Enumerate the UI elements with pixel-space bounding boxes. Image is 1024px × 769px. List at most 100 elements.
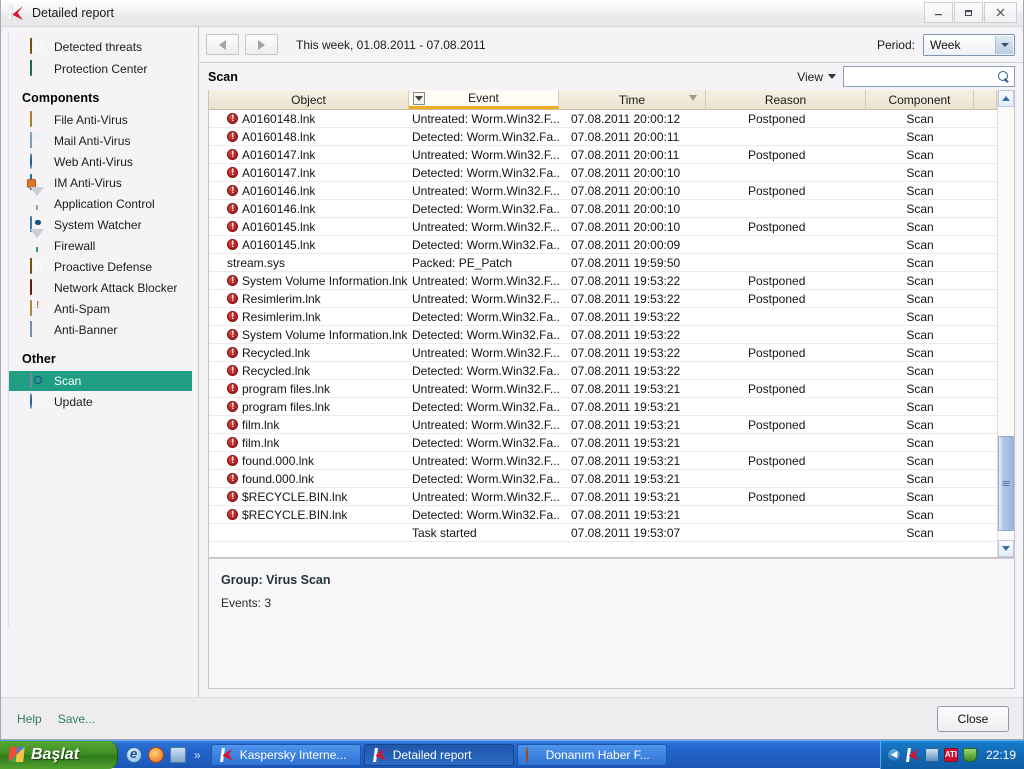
view-dropdown-button[interactable]: View (797, 70, 836, 84)
column-header-component[interactable]: Component (866, 90, 974, 109)
table-row[interactable]: program files.lnk Detected: Worm.Win32.Fa… (209, 398, 997, 416)
table-row[interactable]: film.lnk Untreated: Worm.Win32.F... 07.08.… (209, 416, 997, 434)
filter-icon[interactable] (413, 92, 425, 105)
table-row[interactable]: Recycled.lnk Untreated: Worm.Win32.F... 07… (209, 344, 997, 362)
close-dialog-button[interactable]: Close (937, 705, 1009, 732)
cell-event: Detected: Worm.Win32.Fa... (412, 435, 559, 450)
quick-launch-more-button[interactable]: » (194, 748, 201, 762)
desktop-icon[interactable] (170, 746, 186, 763)
column-header-reason[interactable]: Reason (706, 90, 866, 109)
cell-time: 07.08.2011 19:59:50 (571, 255, 681, 270)
table-row[interactable]: $RECYCLE.BIN.lnk Untreated: Worm.Win32.F.… (209, 488, 997, 506)
table-row[interactable]: program files.lnk Untreated: Worm.Win32.F… (209, 380, 997, 398)
network-icon[interactable] (924, 747, 939, 762)
shield-gold-icon (30, 258, 46, 275)
table-row[interactable]: A0160148.lnk Untreated: Worm.Win32.F... 07… (209, 110, 997, 128)
column-header-time[interactable]: Time (559, 90, 706, 109)
sidebar-item-scan[interactable]: Scan (8, 371, 192, 391)
sidebar-item-label: File Anti-Virus (54, 113, 128, 127)
shield-icon[interactable] (962, 747, 977, 762)
save-link[interactable]: Save... (58, 712, 95, 726)
cell-time: 07.08.2011 19:53:07 (571, 525, 681, 540)
cell-object-label: A0160146.lnk (242, 183, 316, 198)
quick-launch-bar: » (118, 741, 205, 769)
table-row[interactable]: A0160148.lnk Detected: Worm.Win32.Fa... 07… (209, 128, 997, 146)
sidebar-item-firewall[interactable]: Firewall (8, 229, 192, 256)
column-header-object[interactable]: Object (209, 90, 409, 109)
cell-time: 07.08.2011 19:53:21 (571, 417, 681, 432)
scroll-down-button[interactable] (998, 540, 1014, 557)
taskbar-item-detailed-report[interactable]: Detailed report (363, 743, 514, 766)
start-button[interactable]: Başlat (0, 740, 118, 769)
table-row[interactable]: Resimlerim.lnk Detected: Worm.Win32.Fa...… (209, 308, 997, 326)
cell-reason: Postponed (748, 111, 806, 126)
taskbar-item-donanim-haber[interactable]: Donanım Haber F... (516, 743, 667, 766)
search-input[interactable] (843, 66, 1015, 87)
cell-object-label: A0160148.lnk (242, 129, 316, 144)
cell-component: Scan (906, 381, 934, 396)
cell-reason: Postponed (748, 183, 806, 198)
next-period-button[interactable] (245, 34, 278, 55)
table-row[interactable]: A0160147.lnk Untreated: Worm.Win32.F... 07… (209, 146, 997, 164)
alert-icon (227, 437, 238, 448)
table-row[interactable]: System Volume Information.lnk Untreated: … (209, 272, 997, 290)
table-row[interactable]: stream.sys Packed: PE_Patch 07.08.2011 19:… (209, 254, 997, 272)
table-row[interactable]: Resimlerim.lnk Untreated: Worm.Win32.F...… (209, 290, 997, 308)
table-row[interactable]: found.000.lnk Untreated: Worm.Win32.F... 0… (209, 452, 997, 470)
sidebar-item-anti-banner[interactable]: Anti-Banner (8, 320, 192, 340)
table-row[interactable]: A0160145.lnk Detected: Worm.Win32.Fa... 07… (209, 236, 997, 254)
cell-object-label: A0160145.lnk (242, 237, 316, 252)
table-row[interactable]: $RECYCLE.BIN.lnk Detected: Worm.Win32.Fa.… (209, 506, 997, 524)
table-row[interactable]: A0160145.lnk Untreated: Worm.Win32.F... 07… (209, 218, 997, 236)
previous-period-button[interactable] (206, 34, 239, 55)
close-button[interactable] (984, 2, 1017, 23)
table-row[interactable]: found.000.lnk Detected: Worm.Win32.Fa... 0… (209, 470, 997, 488)
sidebar-item-update[interactable]: Update (8, 392, 192, 412)
table-row[interactable]: System Volume Information.lnk Detected: W… (209, 326, 997, 344)
alert-icon (227, 149, 238, 160)
sidebar-item-anti-spam[interactable]: Anti-Spam (8, 299, 192, 319)
table-row[interactable]: A0160146.lnk Detected: Worm.Win32.Fa... 07… (209, 200, 997, 218)
windows-taskbar: Başlat » Kaspersky Interne... Detailed r… (0, 740, 1024, 769)
sidebar-item-web-anti-virus[interactable]: Web Anti-Virus (8, 152, 192, 172)
alert-icon (227, 401, 238, 412)
kaspersky-icon[interactable] (906, 748, 920, 762)
column-header-event[interactable]: Event (409, 90, 559, 109)
sidebar-item-network-attack-blocker[interactable]: Network Attack Blocker (8, 278, 192, 298)
table-row[interactable]: A0160146.lnk Untreated: Worm.Win32.F... 07… (209, 182, 997, 200)
sidebar-item-protection-center[interactable]: Protection Center (8, 59, 192, 79)
scrollbar-track[interactable] (998, 107, 1014, 540)
scrollbar-grip-icon (1002, 480, 1010, 487)
cell-object-label: stream.sys (227, 255, 286, 270)
cell-time: 07.08.2011 19:53:21 (571, 435, 681, 450)
cell-component: Scan (906, 525, 934, 540)
ati-icon[interactable]: ATI (943, 747, 958, 762)
scrollbar-thumb[interactable] (998, 436, 1014, 532)
cell-time: 07.08.2011 20:00:10 (571, 165, 681, 180)
help-link[interactable]: Help (17, 712, 42, 726)
sidebar-item-proactive-defense[interactable]: Proactive Defense (8, 257, 192, 277)
ie-icon[interactable] (126, 746, 142, 763)
sidebar-item-detected-threats[interactable]: Detected threats (8, 37, 192, 57)
firefox-icon[interactable] (148, 746, 164, 763)
period-label: Period: (876, 37, 915, 52)
cell-event: Detected: Worm.Win32.Fa... (412, 165, 559, 180)
minimize-button[interactable] (924, 2, 953, 23)
cell-event: Detected: Worm.Win32.Fa... (412, 399, 559, 414)
show-hidden-icon[interactable]: ◀ (886, 747, 901, 762)
vertical-scrollbar[interactable] (997, 90, 1014, 557)
sidebar-item-application-control[interactable]: Application Control (8, 187, 192, 214)
taskbar-item-kaspersky[interactable]: Kaspersky Interne... (210, 743, 361, 766)
cell-event: Detected: Worm.Win32.Fa... (412, 507, 559, 522)
table-row[interactable]: Task started 07.08.2011 19:53:07 Scan (209, 524, 997, 542)
taskbar-clock[interactable]: 22:19 (986, 748, 1016, 762)
sidebar-item-mail-anti-virus[interactable]: Mail Anti-Virus (8, 131, 192, 151)
table-row[interactable]: Recycled.lnk Detected: Worm.Win32.Fa... 07… (209, 362, 997, 380)
table-row[interactable]: A0160147.lnk Detected: Worm.Win32.Fa... 07… (209, 164, 997, 182)
sidebar-item-file-anti-virus[interactable]: File Anti-Virus (8, 110, 192, 130)
table-row[interactable]: film.lnk Detected: Worm.Win32.Fa... 07.08.… (209, 434, 997, 452)
period-select[interactable]: Week (923, 33, 1015, 56)
maximize-button[interactable] (954, 2, 983, 23)
alert-icon (227, 221, 238, 232)
scroll-up-button[interactable] (998, 90, 1014, 107)
